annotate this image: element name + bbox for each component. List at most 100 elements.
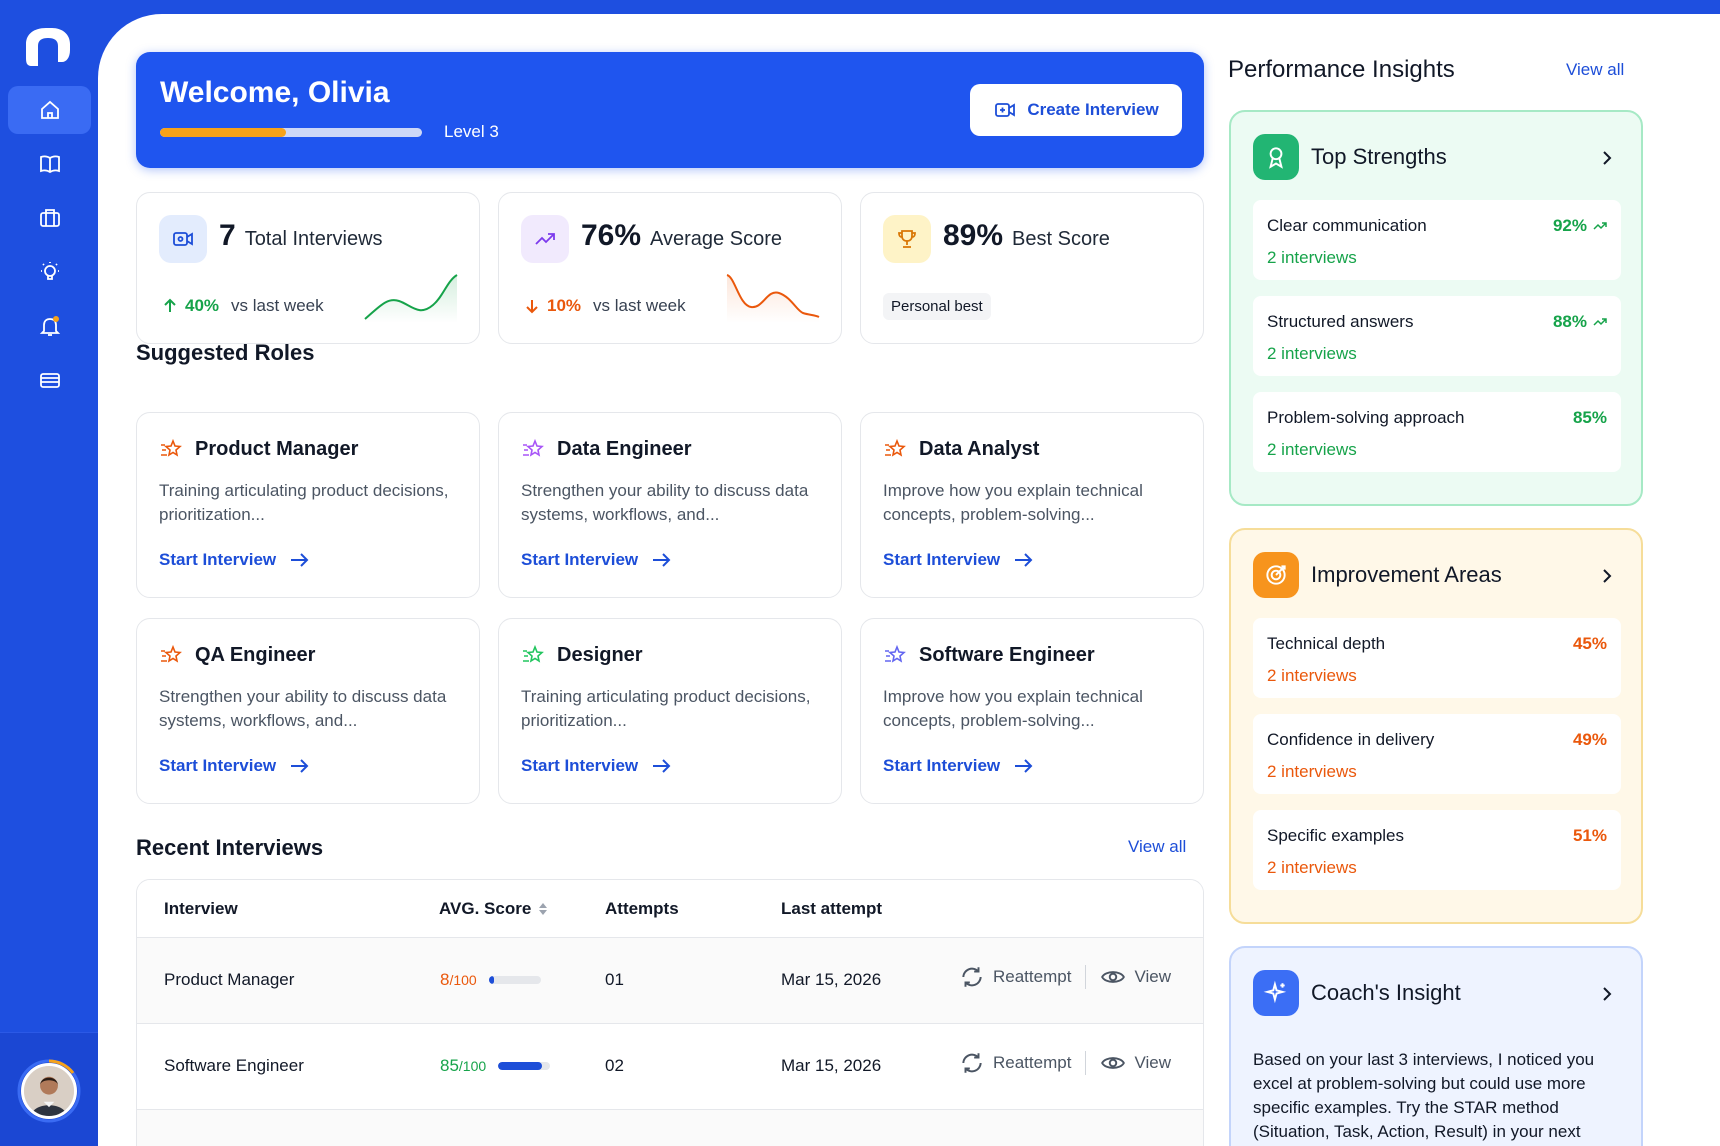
stat-value: 7 — [219, 219, 236, 252]
trend-pct: 40% — [185, 296, 220, 315]
panel-title: Coach's Insight — [1311, 980, 1461, 1005]
nav-home[interactable] — [8, 86, 91, 134]
item-count: 2 interviews — [1267, 440, 1357, 459]
reattempt-button[interactable]: Reattempt — [959, 1050, 1071, 1076]
start-interview-label: Start Interview — [883, 756, 1001, 775]
trend-text: vs last week — [231, 296, 324, 315]
cell-attempts: 02 — [605, 1056, 624, 1075]
role-card[interactable]: Data Engineer Strengthen your ability to… — [498, 412, 842, 598]
home-icon — [40, 100, 59, 119]
start-interview-button[interactable]: Start Interview — [883, 755, 1034, 777]
score-bar-fill — [488, 976, 494, 984]
reattempt-label: Reattempt — [993, 1053, 1072, 1072]
cell-attempts: 01 — [605, 970, 624, 989]
avatar[interactable] — [21, 1063, 77, 1119]
app-logo[interactable] — [24, 26, 72, 70]
chevron-right-icon[interactable] — [1597, 148, 1617, 168]
stat-value: 89% — [943, 219, 1004, 252]
sidebar — [0, 0, 98, 1146]
improvement-item: Technical depth 2 interviews 45% — [1253, 618, 1621, 698]
item-pct-value: 92% — [1552, 216, 1587, 235]
start-interview-button[interactable]: Start Interview — [521, 755, 672, 777]
role-title: Data Analyst — [919, 438, 1040, 460]
arrow-up-icon — [164, 298, 176, 312]
item-pct-value: 85% — [1572, 408, 1607, 427]
trend-pct: 10% — [547, 296, 582, 315]
refresh-icon — [962, 967, 982, 987]
cell-score: 85/100 — [440, 1056, 551, 1076]
score-value: 85 — [440, 1056, 459, 1075]
recent-view-all-link[interactable]: View all — [1128, 837, 1186, 857]
item-count: 2 interviews — [1267, 344, 1357, 363]
sort-icon — [539, 903, 548, 915]
start-interview-label: Start Interview — [883, 550, 1001, 569]
panel-header: Coach's Insight — [1253, 970, 1461, 1016]
stat-label: Average Score — [650, 228, 782, 250]
row-actions: Reattempt View — [959, 964, 1171, 990]
coach-insight-panel[interactable]: Coach's Insight Based on your last 3 int… — [1229, 946, 1643, 1146]
score-text: 85/100 — [440, 1056, 486, 1076]
insights-view-all-link[interactable]: View all — [1566, 60, 1624, 80]
item-name: Problem-solving approach — [1267, 408, 1465, 427]
role-card[interactable]: Data Analyst Improve how you explain tec… — [860, 412, 1204, 598]
stat-value: 76% — [581, 219, 642, 252]
briefcase-icon — [39, 209, 60, 227]
score-text: 8/100 — [440, 970, 477, 990]
chevron-right-icon[interactable] — [1597, 984, 1617, 1004]
stat-label: Best Score — [1012, 228, 1110, 250]
nav-tips[interactable] — [8, 248, 91, 296]
lightbulb-icon — [40, 262, 59, 280]
role-title: Product Manager — [195, 438, 359, 460]
view-button[interactable]: View — [1100, 1050, 1171, 1076]
eye-icon — [1101, 1057, 1126, 1069]
start-interview-button[interactable]: Start Interview — [521, 549, 672, 571]
strength-item: Structured answers 2 interviews 88% — [1253, 296, 1621, 376]
action-divider — [1085, 965, 1087, 989]
level-progress-fill — [160, 128, 286, 137]
refresh-icon — [962, 1053, 982, 1073]
start-interview-button[interactable]: Start Interview — [883, 549, 1034, 571]
nav-jobs[interactable] — [8, 194, 91, 242]
column-attempts: Attempts — [605, 899, 679, 918]
improvement-item: Specific examples 2 interviews 51% — [1253, 810, 1621, 890]
arrow-right-icon — [1015, 759, 1033, 773]
view-button[interactable]: View — [1100, 964, 1171, 990]
role-description: Improve how you explain technical concep… — [883, 687, 1143, 730]
stat-label: Total Interviews — [244, 228, 383, 250]
cell-score: 8/100 — [440, 970, 541, 990]
nav-billing[interactable] — [8, 356, 91, 404]
profile-area — [0, 1032, 98, 1146]
start-interview-button[interactable]: Start Interview — [159, 549, 310, 571]
arrow-right-icon — [653, 759, 671, 773]
item-pct: 45% — [1572, 634, 1607, 653]
improvement-areas-panel[interactable]: Improvement Areas Technical depth 2 inte… — [1229, 528, 1643, 924]
action-divider — [1085, 1051, 1087, 1075]
role-description: Improve how you explain technical concep… — [883, 481, 1143, 524]
role-card[interactable]: Product Manager Training articulating pr… — [136, 412, 480, 598]
item-name: Specific examples — [1267, 826, 1405, 845]
reattempt-button[interactable]: Reattempt — [959, 964, 1071, 990]
nav-learn[interactable] — [8, 140, 91, 188]
stat-head: 76% Average Score — [581, 219, 782, 253]
top-strengths-panel[interactable]: Top Strengths Clear communication 2 inte… — [1229, 110, 1643, 506]
item-count: 2 interviews — [1267, 666, 1357, 685]
panel-title: Improvement Areas — [1311, 562, 1502, 587]
stat-trend: 40% vs last week — [161, 296, 324, 316]
item-pct: 85% — [1573, 408, 1607, 428]
role-card[interactable]: Designer Training articulating product d… — [498, 618, 842, 804]
book-icon — [39, 155, 60, 174]
column-avg-score[interactable]: AVG. Score — [439, 899, 549, 919]
create-interview-button[interactable]: Create Interview — [970, 84, 1182, 136]
table-row-partial — [137, 1110, 1203, 1146]
chevron-right-icon[interactable] — [1597, 566, 1617, 586]
arrow-right-icon — [291, 553, 309, 567]
role-title: Data Engineer — [557, 438, 692, 460]
score-bar — [488, 976, 541, 984]
role-card[interactable]: QA Engineer Strengthen your ability to d… — [136, 618, 480, 804]
start-interview-button[interactable]: Start Interview — [159, 755, 310, 777]
stat-icon-bg — [883, 215, 931, 263]
nav-notifications[interactable] — [8, 302, 91, 350]
role-card[interactable]: Software Engineer Improve how you explai… — [860, 618, 1204, 804]
view-label: View — [1134, 1053, 1171, 1072]
score-denominator: /100 — [449, 972, 477, 988]
